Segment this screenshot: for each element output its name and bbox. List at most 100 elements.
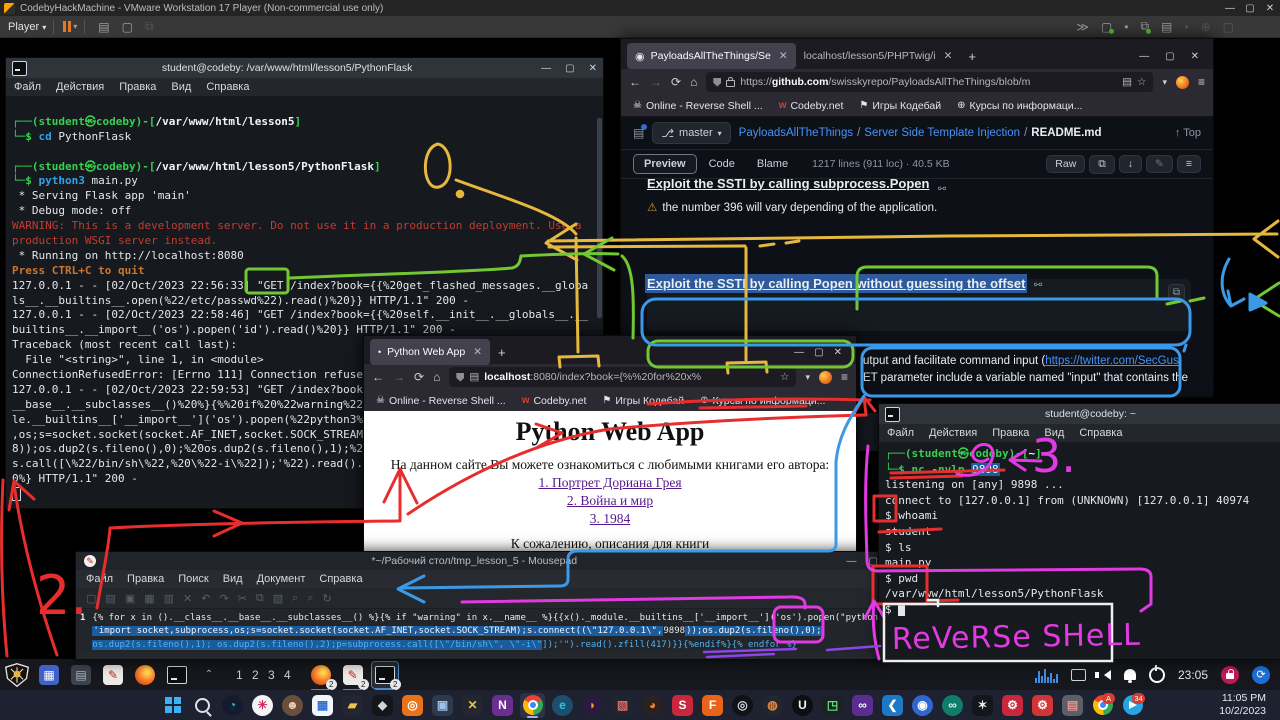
search-icon[interactable] [190, 693, 215, 718]
window-maximize-button[interactable]: ▢ [814, 347, 823, 358]
tab-localhost-phptwig[interactable]: localhost/lesson5/PHPTwig/i ✕ [796, 43, 961, 69]
fme-app[interactable]: F [700, 693, 725, 718]
pocket-icon[interactable]: ▾ [805, 372, 810, 383]
paste-icon[interactable]: ▧ [273, 592, 283, 605]
goto-icon[interactable]: ↻ [323, 592, 332, 605]
copy-icon[interactable]: ⧉ [256, 592, 264, 605]
reload-button[interactable]: ⟳ [414, 370, 424, 384]
blender-app[interactable]: ◍ [760, 693, 785, 718]
page-info-icon[interactable]: ▤ [469, 371, 479, 383]
sidebar-files-icon[interactable]: ▤ [633, 126, 644, 140]
visual-studio-app[interactable]: ∞ [850, 693, 875, 718]
mousepad-titlebar[interactable]: ✎ *~/Рабочий стол/tmp_lesson_5 - Mousepa… [76, 552, 886, 570]
cd-device-icon[interactable]: • [1124, 20, 1128, 34]
edge-browser[interactable]: e [550, 693, 575, 718]
pause-vm-button[interactable] [63, 21, 71, 32]
branch-selector[interactable]: ⎇ master ▾ [652, 122, 730, 144]
url-bar[interactable]: ▤ localhost:8080/index?book={%%20for%20x… [449, 367, 796, 387]
tab-python-web-app[interactable]: • Python Web App ✕ [370, 339, 490, 365]
tracking-shield-icon[interactable] [456, 373, 464, 382]
menu-item[interactable]: Правка [992, 427, 1029, 439]
firefox-account-icon[interactable] [1176, 76, 1189, 89]
outline-icon[interactable]: ≡ [1177, 155, 1201, 173]
window-minimize-button[interactable]: — [541, 63, 551, 74]
running-terminal[interactable]: 2 [372, 662, 398, 688]
mousepad-editor[interactable]: 1 {% for x in ().__class__.__base__.__su… [76, 609, 886, 652]
chrome-profile[interactable]: A [1090, 693, 1115, 718]
send-ctrl-alt-del-button[interactable]: ▤ [98, 20, 109, 34]
terminal-scrollbar[interactable] [597, 118, 602, 318]
devices-more-icon[interactable]: ≫ [1076, 20, 1089, 34]
window-minimize-button[interactable]: — [794, 347, 804, 358]
print-icon[interactable]: ▥ [164, 592, 174, 605]
contacts-app[interactable]: ☻ [280, 693, 305, 718]
menu-item[interactable]: Справка [206, 81, 249, 93]
lens-app[interactable]: ◎ [730, 693, 755, 718]
notifications-bell-icon[interactable] [1124, 669, 1136, 680]
maps-app[interactable]: ◉ [910, 693, 935, 718]
tab-close-icon[interactable]: ✕ [473, 346, 482, 358]
tab-code[interactable]: Code [699, 155, 745, 173]
menu-item[interactable]: Вид [171, 81, 191, 93]
bookmark-item[interactable]: ⊕Курсы по информаци... [957, 100, 1082, 112]
running-mousepad[interactable]: ✎2 [340, 662, 366, 688]
bookmark-star-icon[interactable]: ☆ [780, 371, 789, 383]
find-replace-icon[interactable]: ⌕ [307, 592, 313, 605]
new-tab-button[interactable]: + [498, 345, 506, 360]
save-icon[interactable]: ▣ [125, 592, 135, 605]
https-lock-icon[interactable] [726, 80, 735, 87]
menu-item[interactable]: Действия [56, 81, 104, 93]
usb-device-icon[interactable]: ⧉ [1140, 19, 1149, 34]
tab-close-icon[interactable]: ✕ [779, 50, 788, 62]
slack-app[interactable]: ✳ [250, 693, 275, 718]
screen-lock-icon[interactable] [1221, 666, 1239, 684]
pocket-icon[interactable]: ▾ [1162, 77, 1167, 88]
home-button[interactable]: ⌂ [690, 75, 697, 89]
photos-app[interactable]: ▧ [610, 693, 635, 718]
workspace-switcher[interactable]: 1 2 3 4 [228, 662, 302, 688]
editor-code[interactable]: {% for x in ().__class__.__base__.__subc… [92, 612, 883, 652]
download-icon[interactable]: ↓ [1119, 155, 1142, 173]
bookmark-star-icon[interactable]: ☆ [1137, 76, 1146, 88]
back-button[interactable]: ← [629, 75, 641, 89]
forward-button[interactable]: → [393, 370, 405, 384]
undo-icon[interactable]: ↶ [201, 592, 210, 605]
tab-preview[interactable]: Preview [633, 154, 697, 174]
tracking-shield-icon[interactable] [713, 78, 721, 87]
menu-item[interactable]: Справка [1079, 427, 1122, 439]
tab-close-icon[interactable]: ✕ [944, 50, 953, 62]
security-app[interactable]: ◎ [400, 693, 425, 718]
pest-control-app[interactable]: ✶ [970, 693, 995, 718]
twitter-link[interactable]: https://twitter.com/SecGus [1045, 355, 1179, 367]
panel-chevron-up-icon[interactable]: ⌃ [196, 662, 222, 688]
updates-icon[interactable]: ⟳ [1252, 666, 1270, 684]
home-button[interactable]: ⌂ [433, 370, 440, 384]
bookmark-item[interactable]: ☠Online - Reverse Shell ... [376, 395, 506, 407]
bookmark-item[interactable]: wCodeby.net [522, 395, 587, 407]
window-close-button[interactable]: ✕ [834, 347, 842, 358]
hdd-device-icon[interactable]: ▤ [1161, 20, 1172, 34]
reload-button[interactable]: ⟳ [671, 75, 681, 89]
save-as-icon[interactable]: ▦ [144, 592, 154, 605]
terminal-titlebar[interactable]: student@codeby: ~ [879, 404, 1280, 424]
fl-studio-app[interactable]: ◕ [640, 693, 665, 718]
book-link-3[interactable]: 3. 1984 [364, 511, 856, 527]
menu-item[interactable]: Вид [223, 573, 243, 585]
camtasia-app[interactable]: ∞ [940, 693, 965, 718]
back-to-top-link[interactable]: ↑ Top [1175, 127, 1201, 139]
menu-item[interactable]: Файл [887, 427, 914, 439]
redo-icon[interactable]: ↷ [219, 592, 228, 605]
back-button[interactable]: ← [372, 370, 384, 384]
folder-icon[interactable]: ▤ [68, 662, 94, 688]
find-icon[interactable]: ⌕ [292, 592, 298, 605]
terminal-output[interactable]: ┌──(student㉿codeby)-[~]└─$ nc -nvlp 9898… [879, 443, 1280, 621]
bookmark-item[interactable]: ⚑Игры Кодебай [602, 395, 684, 407]
running-firefox[interactable]: 2 [308, 662, 334, 688]
terminal-icon[interactable] [164, 662, 190, 688]
link-icon[interactable]: ⚯ [938, 184, 946, 193]
bookmark-item[interactable]: wCodeby.net [779, 100, 844, 112]
window-minimize-button[interactable]: — [1139, 51, 1149, 62]
app-menu-icon[interactable]: ≡ [841, 370, 848, 384]
menu-item[interactable]: Действия [929, 427, 977, 439]
volume-icon[interactable] [1099, 670, 1111, 680]
